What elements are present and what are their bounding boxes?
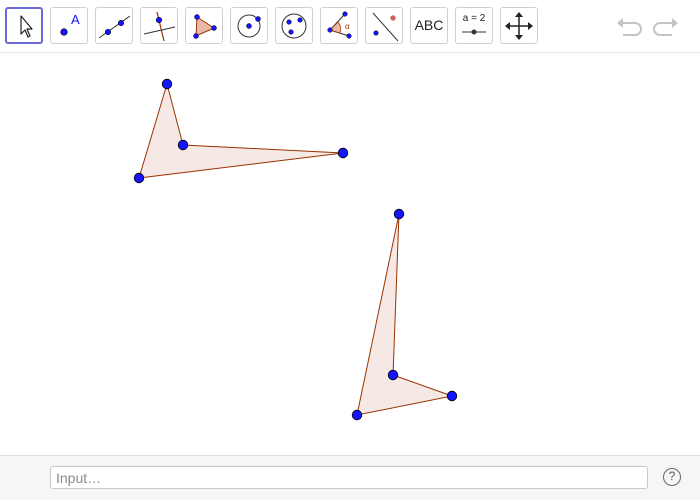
point-icon: A xyxy=(60,12,80,36)
angle-icon: α xyxy=(327,11,352,39)
ellipse-icon xyxy=(281,13,307,39)
move-tool-button[interactable] xyxy=(5,7,43,44)
input-field[interactable] xyxy=(50,466,648,489)
move-graphics-view-tool-button[interactable] xyxy=(500,7,538,44)
point-label: A xyxy=(71,12,80,27)
text-icon: ABC xyxy=(414,17,444,33)
input-bar: ? xyxy=(0,455,700,500)
polygon-1[interactable] xyxy=(138,82,344,179)
polygon-1-vertex[interactable] xyxy=(133,172,145,184)
reflect-tool-button[interactable] xyxy=(365,7,403,44)
line-tool-button[interactable] xyxy=(95,7,133,44)
graphics-canvas[interactable] xyxy=(0,53,700,455)
toolbar: A α ABC a = 2 xyxy=(0,0,700,53)
graphics-view[interactable] xyxy=(0,53,700,455)
undo-button[interactable] xyxy=(614,14,644,40)
point-tool-button[interactable]: A xyxy=(50,7,88,44)
undo-icon xyxy=(617,18,642,36)
polygon-2-vertex[interactable] xyxy=(387,369,399,381)
polygon-1-vertex[interactable] xyxy=(161,78,173,90)
line-icon xyxy=(98,15,131,39)
polygon-1-vertex[interactable] xyxy=(177,139,189,151)
slider-icon xyxy=(462,29,486,35)
perpendicular-line-tool-button[interactable] xyxy=(140,7,178,44)
polygon-2-vertex[interactable] xyxy=(446,390,458,402)
circle-tool-button[interactable] xyxy=(230,7,268,44)
reflect-about-line-icon xyxy=(372,12,399,42)
angle-tool-button[interactable]: α xyxy=(320,7,358,44)
polygon-icon xyxy=(193,14,217,39)
polygon-2-vertex[interactable] xyxy=(351,409,363,421)
redo-button[interactable] xyxy=(651,14,681,40)
polygon-1-vertex[interactable] xyxy=(337,147,349,159)
polygon-2[interactable] xyxy=(356,213,454,416)
polygon-2-vertex[interactable] xyxy=(393,208,405,220)
circle-center-point-icon xyxy=(237,14,261,38)
ellipse-tool-button[interactable] xyxy=(275,7,313,44)
perpendicular-line-icon xyxy=(143,11,176,42)
help-button[interactable]: ? xyxy=(663,468,681,486)
arrow-cursor-icon xyxy=(20,15,33,38)
polygon-tool-button[interactable] xyxy=(185,7,223,44)
geogebra-app: A α ABC a = 2 Input… ? xyxy=(0,0,700,500)
move-arrows-icon xyxy=(505,12,533,40)
angle-label: α xyxy=(345,22,350,31)
redo-icon xyxy=(653,18,678,36)
slider-tool-button[interactable]: a = 2 xyxy=(455,7,493,44)
text-tool-button[interactable]: ABC xyxy=(410,7,448,44)
